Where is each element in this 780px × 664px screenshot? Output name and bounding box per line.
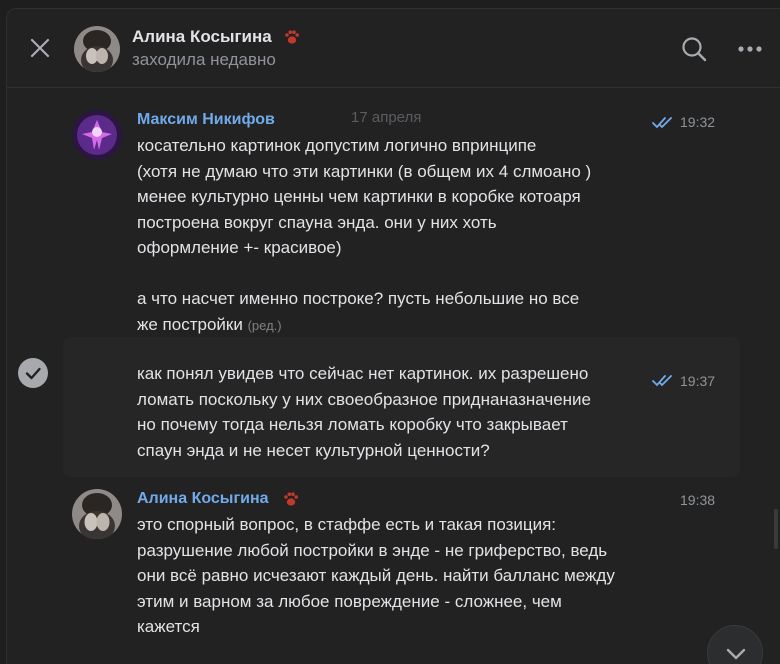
- more-button[interactable]: [735, 34, 765, 64]
- message-history[interactable]: 17 апреля Максим Никифов 19:32 косательн…: [7, 89, 780, 664]
- message-time: 19:32: [680, 114, 716, 130]
- message-author[interactable]: Максим Никифов: [137, 111, 275, 129]
- scrollbar[interactable]: [774, 509, 778, 549]
- header-avatar[interactable]: [74, 26, 120, 72]
- message-text: как понял увидев что сейчас нет картинок…: [137, 364, 591, 460]
- search-icon: [682, 37, 707, 62]
- select-message-button[interactable]: [18, 358, 48, 388]
- message-author[interactable]: Алина Косыгина: [137, 490, 269, 508]
- double-check-icon: [652, 375, 672, 387]
- chat-title[interactable]: Алина Косыгина: [132, 27, 272, 47]
- close-button[interactable]: [25, 33, 55, 63]
- message-text-content: а что насчет именно построке? пусть небо…: [137, 289, 580, 334]
- close-icon: [30, 38, 50, 58]
- more-icon: [738, 46, 762, 52]
- message-time: 19:37: [680, 373, 716, 389]
- date-separator: 17 апреля: [351, 109, 422, 126]
- message-text: косательно картинок допустим логично впр…: [137, 136, 592, 257]
- chevron-down-icon: [726, 648, 746, 660]
- message-text: а что насчет именно построке? пусть небо…: [137, 286, 579, 338]
- chat-status: заходила недавно: [132, 50, 276, 69]
- paw-emoji-icon: [282, 490, 300, 513]
- search-button[interactable]: [679, 34, 709, 64]
- author-avatar[interactable]: [72, 489, 122, 539]
- paw-emoji-icon: [283, 28, 301, 51]
- chat-window: Алина Косыгина заходила недавно 17 апрел…: [6, 8, 780, 664]
- author-avatar[interactable]: [72, 110, 122, 160]
- chat-header: Алина Косыгина заходила недавно: [7, 9, 780, 88]
- message-time: 19:38: [680, 492, 716, 508]
- select-check-icon: [25, 367, 41, 380]
- message-text: это спорный вопрос, в стаффе есть и така…: [137, 515, 615, 636]
- double-check-icon: [652, 117, 672, 129]
- edited-label: (ред.): [247, 317, 282, 333]
- scroll-down-button[interactable]: [707, 625, 763, 664]
